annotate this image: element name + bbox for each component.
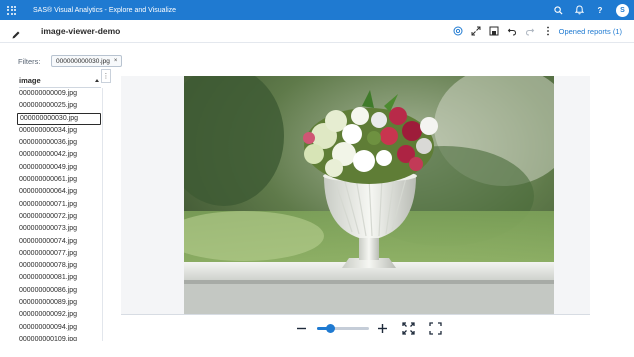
list-item[interactable]: 000000000077.jpg <box>17 248 102 260</box>
list-item[interactable]: 000000000094.jpg <box>17 322 102 334</box>
sort-ascending-icon[interactable] <box>95 79 99 82</box>
expand-icon[interactable] <box>471 25 481 37</box>
image-viewer <box>121 76 590 314</box>
list-item[interactable]: 000000000092.jpg <box>17 309 102 321</box>
filter-chip[interactable]: 000000000030.jpg × <box>51 55 123 67</box>
list-item[interactable]: 000000000036.jpg <box>17 137 102 149</box>
help-icon-glyph: ? <box>597 5 603 15</box>
report-title: image-viewer-demo <box>41 26 121 36</box>
viewer-divider <box>121 314 590 315</box>
fit-icon[interactable] <box>402 321 415 335</box>
info-icon[interactable] <box>453 25 463 37</box>
list-item[interactable]: 000000000086.jpg <box>17 285 102 297</box>
viewer-controls <box>296 320 442 336</box>
list-item[interactable]: 000000000049.jpg <box>17 162 102 174</box>
zoom-slider[interactable] <box>317 320 369 336</box>
list-column-header[interactable]: image <box>19 76 101 88</box>
flower-vase-photo <box>184 76 554 314</box>
app-header: SAS® Visual Analytics - Explore and Visu… <box>0 0 634 20</box>
filters-label: Filters: <box>18 57 41 66</box>
zoom-slider-thumb[interactable] <box>325 324 335 333</box>
more-icon[interactable] <box>543 25 553 37</box>
report-toolbar <box>453 25 553 37</box>
list-item[interactable]: 000000000009.jpg <box>17 88 102 100</box>
list-item[interactable]: 000000000030.jpg <box>17 112 101 125</box>
opened-reports-link[interactable]: Opened reports (1) <box>559 27 622 36</box>
list-header-label: image <box>19 76 41 85</box>
list-item[interactable]: 000000000064.jpg <box>17 186 102 198</box>
list-item[interactable]: 000000000078.jpg <box>17 260 102 272</box>
undo-icon[interactable] <box>507 25 517 37</box>
list-item[interactable]: 000000000025.jpg <box>17 100 102 112</box>
image-list[interactable]: 000000000009.jpg 000000000025.jpg 00000000… <box>17 88 103 341</box>
app-title: SAS® Visual Analytics - Explore and Visu… <box>33 6 177 14</box>
zoom-in-icon[interactable] <box>377 323 388 334</box>
search-icon[interactable] <box>553 5 563 15</box>
chip-close-icon[interactable]: × <box>114 58 118 64</box>
list-item[interactable]: 000000000081.jpg <box>17 272 102 284</box>
apps-grid-icon[interactable] <box>7 5 16 15</box>
bell-icon[interactable] <box>574 5 584 15</box>
report-header: image-viewer-demo Opened reports (1) <box>0 20 634 43</box>
help-icon[interactable]: ? <box>595 5 605 15</box>
filter-chip-label: 000000000030.jpg <box>56 57 110 65</box>
list-item[interactable]: 000000000061.jpg <box>17 174 102 186</box>
list-item[interactable]: 000000000073.jpg <box>17 223 102 235</box>
list-item[interactable]: 000000000109.jpg <box>17 334 102 341</box>
redo-icon[interactable] <box>525 25 535 37</box>
list-menu-button[interactable]: ⋮ <box>101 69 111 83</box>
zoom-out-icon[interactable] <box>296 323 307 334</box>
list-item[interactable]: 000000000034.jpg <box>17 125 102 137</box>
list-item[interactable]: 000000000072.jpg <box>17 211 102 223</box>
list-item[interactable]: 000000000074.jpg <box>17 236 102 248</box>
avatar[interactable]: S <box>616 3 629 17</box>
pencil-icon[interactable] <box>11 27 21 39</box>
list-item[interactable]: 000000000071.jpg <box>17 199 102 211</box>
save-icon[interactable] <box>489 25 499 37</box>
list-item[interactable]: 000000000089.jpg <box>17 297 102 309</box>
fullscreen-icon[interactable] <box>429 321 442 335</box>
header-actions: ? S <box>553 0 629 20</box>
list-item[interactable]: 000000000042.jpg <box>17 149 102 161</box>
